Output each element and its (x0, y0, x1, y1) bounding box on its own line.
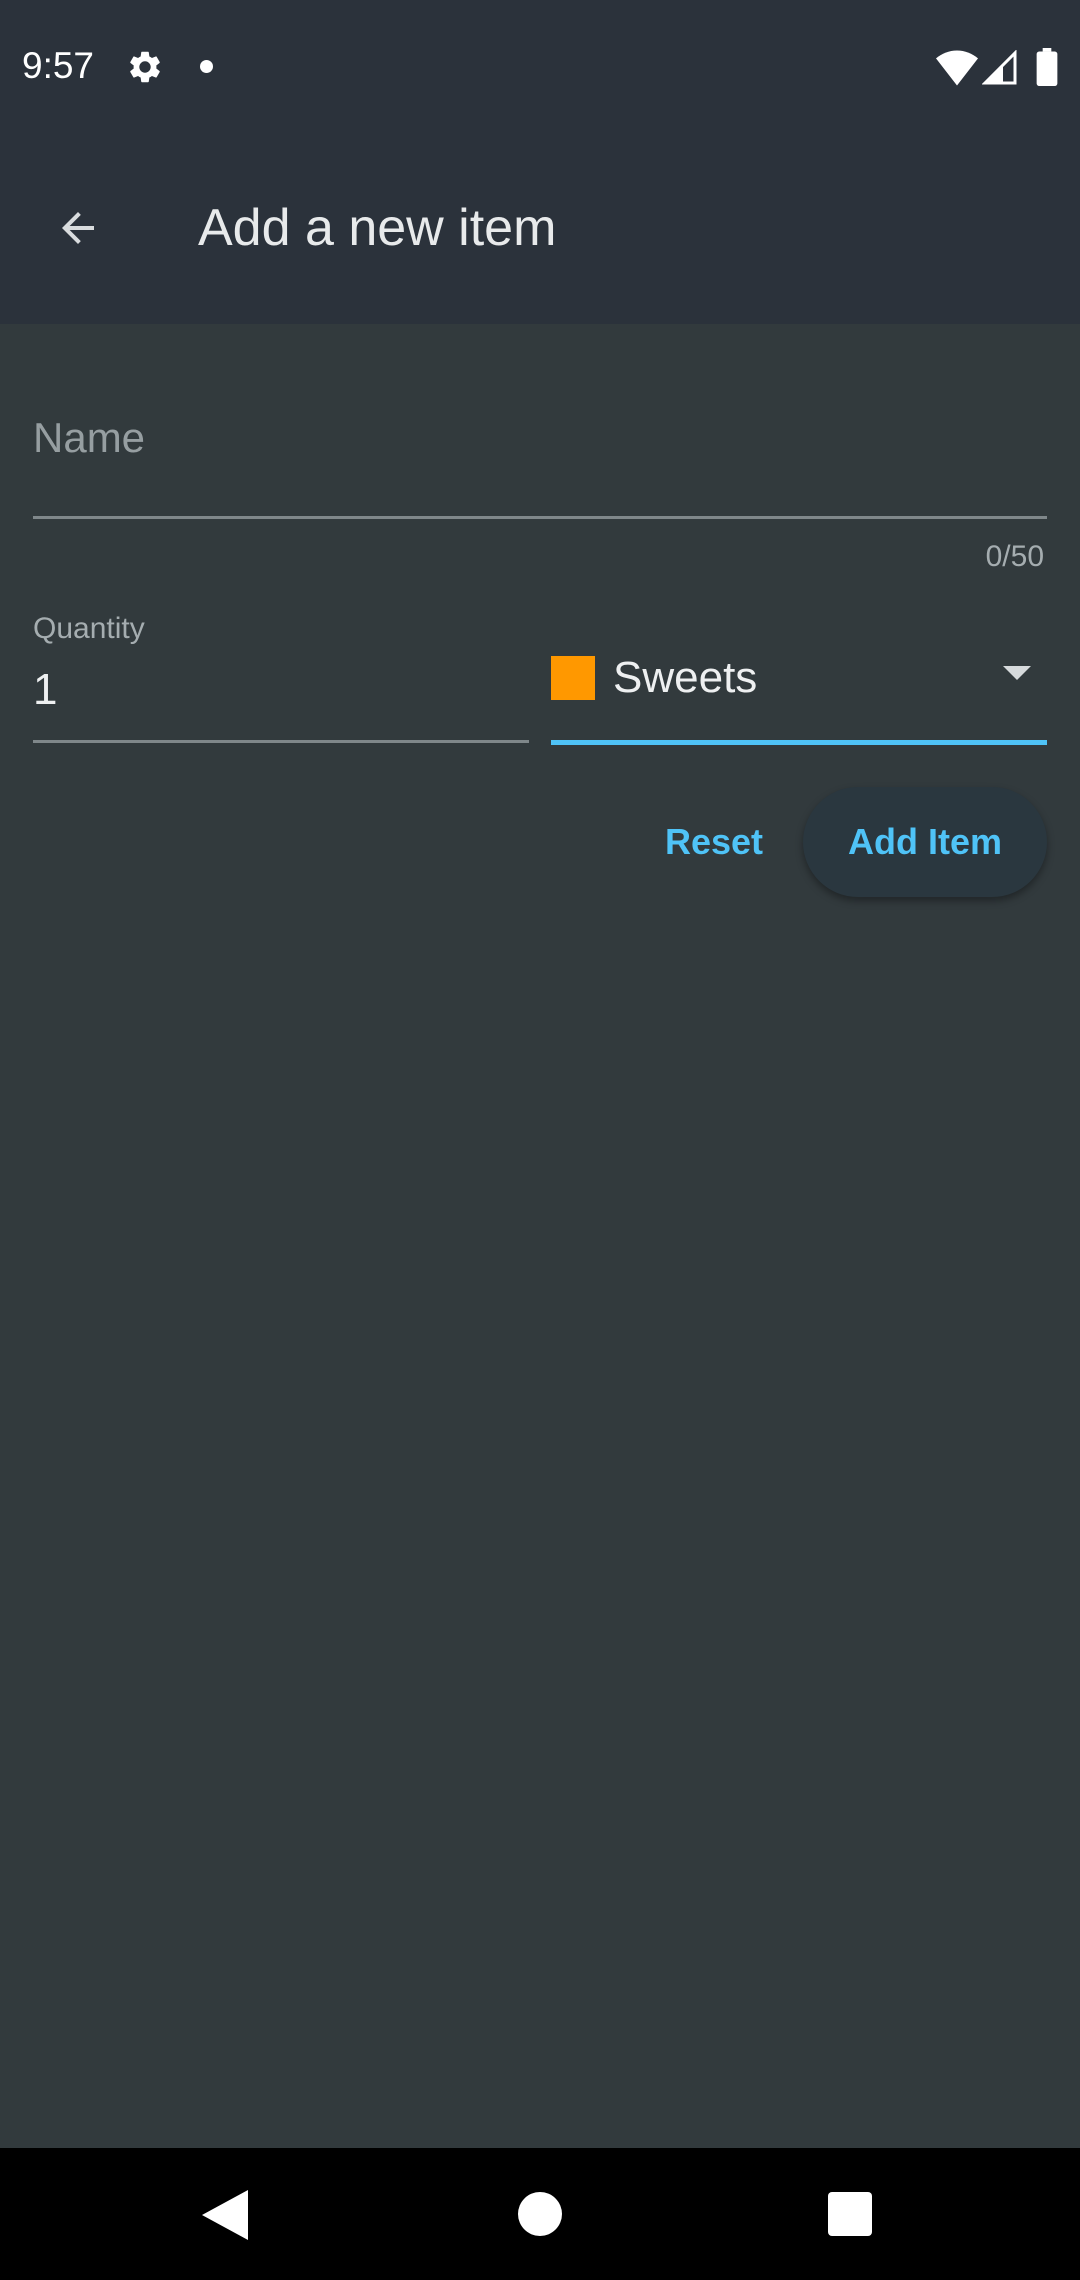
navigation-bar (0, 2148, 1080, 2280)
category-color-swatch (551, 656, 595, 700)
category-value: Sweets (613, 653, 758, 702)
name-field[interactable] (33, 392, 1047, 520)
quantity-field[interactable]: Quantity (33, 608, 529, 744)
arrow-back-icon (62, 212, 94, 244)
reset-button[interactable]: Reset (644, 790, 784, 894)
category-underline (551, 740, 1047, 745)
quantity-label: Quantity (33, 612, 145, 645)
quantity-input[interactable] (33, 658, 529, 722)
nav-recents-icon[interactable] (828, 2192, 872, 2236)
name-input[interactable] (33, 392, 1047, 484)
dropdown-arrow-icon (1003, 666, 1031, 680)
add-item-button[interactable]: Add Item (803, 787, 1047, 897)
gear-icon (130, 51, 160, 83)
page-title: Add a new item (198, 199, 557, 257)
wifi-icon (936, 50, 978, 86)
status-bar: 9:57 (0, 0, 1080, 132)
notification-dot-icon (200, 60, 213, 73)
nav-back-icon[interactable] (202, 2190, 248, 2240)
character-counter: 0/50 (985, 540, 1044, 573)
quantity-underline (33, 740, 529, 743)
app-bar: Add a new item (0, 132, 1080, 324)
status-time: 9:57 (22, 45, 95, 86)
battery-icon (1036, 48, 1058, 86)
cell-signal-icon (982, 50, 1017, 85)
back-button[interactable] (38, 188, 118, 268)
name-underline (33, 516, 1047, 519)
category-dropdown[interactable]: Sweets (551, 630, 1047, 746)
nav-home-icon[interactable] (518, 2192, 562, 2236)
